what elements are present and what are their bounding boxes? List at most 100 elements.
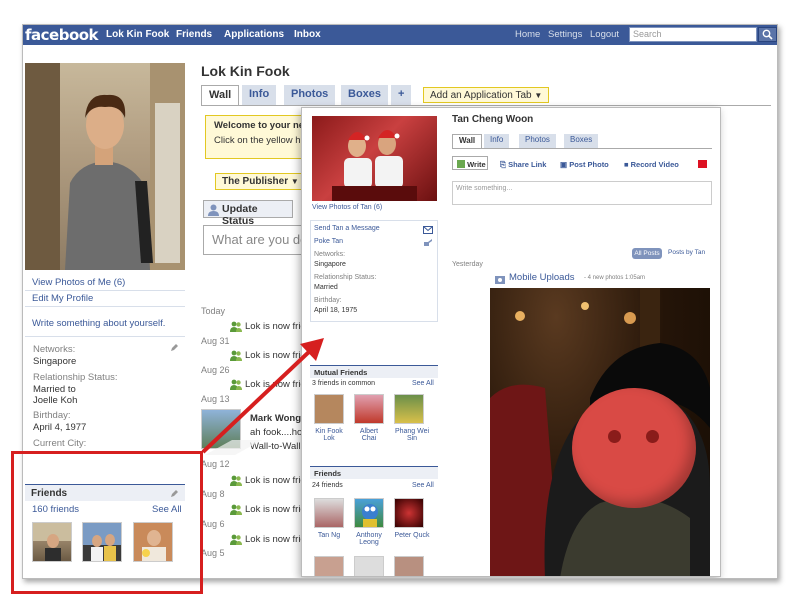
- spouse-link[interactable]: Joelle Koh: [33, 395, 77, 406]
- add-application-tab-button[interactable]: Add an Application Tab ▼: [423, 87, 550, 103]
- friends-icon: [230, 321, 242, 332]
- nav-applications[interactable]: Applications: [224, 29, 284, 40]
- overlay-profile-picture[interactable]: [312, 116, 437, 201]
- post-photo-action[interactable]: ▣ Post Photo: [560, 160, 609, 169]
- mutual-friend-thumbnail[interactable]: [314, 394, 344, 424]
- nav-friends[interactable]: Friends: [176, 29, 212, 40]
- search-input[interactable]: Search: [629, 27, 757, 42]
- envelope-icon: [423, 226, 433, 234]
- facebook-logo[interactable]: facebook: [25, 26, 99, 44]
- gift-icon[interactable]: [698, 160, 707, 168]
- feed-day: Aug 6: [201, 519, 225, 529]
- record-video-action[interactable]: ■ Record Video: [624, 160, 679, 169]
- friend-thumbnail[interactable]: [394, 498, 424, 528]
- friend-thumbnail[interactable]: [354, 498, 384, 528]
- friend-name[interactable]: Peter Quck: [392, 532, 432, 539]
- share-link-action[interactable]: ⎘ Share Link: [500, 160, 546, 170]
- mutual-friend-name[interactable]: Kin Fook Lok: [312, 428, 346, 442]
- write-action[interactable]: Write: [457, 160, 486, 169]
- wall-post-avatar[interactable]: [201, 409, 241, 449]
- profile-info-box: Networks: Singapore Relationship Status:…: [25, 336, 185, 456]
- feed-day: Aug 13: [201, 394, 230, 404]
- mutual-friend-thumbnail[interactable]: [394, 394, 424, 424]
- uploaded-photo[interactable]: [490, 288, 710, 576]
- write-action-label: Write: [467, 160, 486, 169]
- mutual-friend-name[interactable]: Phang Wei Sin: [392, 428, 432, 442]
- friends-icon: [230, 504, 242, 515]
- overlay-birthday-value: April 18, 1975: [314, 307, 358, 314]
- publisher-button[interactable]: The Publisher ▼: [215, 173, 306, 190]
- mask-eye: [608, 430, 621, 443]
- friend-name[interactable]: Tan Ng: [312, 532, 346, 539]
- friend-thumbnail[interactable]: [394, 556, 424, 576]
- edit-profile-link[interactable]: Edit My Profile: [32, 293, 93, 304]
- overlay-tab-wall[interactable]: Wall: [452, 134, 483, 148]
- tab-photos[interactable]: Photos: [284, 85, 336, 105]
- write-icon: [457, 160, 465, 168]
- overlay-tab-photos[interactable]: Photos: [519, 134, 556, 148]
- overlay-profile-name: Tan Cheng Woon: [452, 114, 534, 125]
- mutual-friend-thumbnail[interactable]: [354, 394, 384, 424]
- overlay-view-photos-link[interactable]: View Photos of Tan (6): [312, 204, 382, 211]
- share-link-label: Share Link: [508, 160, 547, 169]
- send-message-link[interactable]: Send Tan a Message: [314, 225, 380, 232]
- friend-name[interactable]: Anthony Leong: [352, 532, 386, 546]
- tab-boxes[interactable]: Boxes: [341, 85, 389, 105]
- overlay-info-box: Send Tan a Message Poke Tan Networks: Si…: [310, 220, 438, 322]
- wall-to-wall-link[interactable]: Wall-to-Wall -: [250, 441, 306, 452]
- tab-underline: [201, 105, 771, 106]
- overlay-tab-info[interactable]: Info: [484, 134, 510, 148]
- overlay-tab-boxes[interactable]: Boxes: [564, 134, 599, 148]
- mutual-friend-name[interactable]: Albert Chai: [352, 428, 386, 442]
- tab-wall[interactable]: Wall: [201, 85, 240, 105]
- person-icon: [208, 204, 219, 216]
- dropdown-arrow-icon: ▼: [534, 91, 543, 100]
- tab-info[interactable]: Info: [242, 85, 277, 105]
- share-link-icon: ⎘: [500, 160, 506, 169]
- feed-day: Aug 5: [201, 548, 225, 558]
- nav-home[interactable]: Home: [515, 29, 540, 40]
- mobile-uploads-link[interactable]: Mobile Uploads: [509, 272, 574, 283]
- overlay-networks-label: Networks:: [314, 251, 346, 258]
- filter-posts-by-tan[interactable]: Posts by Tan: [668, 249, 705, 256]
- update-status-button[interactable]: Update Status: [203, 200, 293, 227]
- add-application-tab-label: Add an Application Tab: [430, 90, 532, 101]
- friend-thumbnail[interactable]: [354, 556, 384, 576]
- relationship-value: Married to: [33, 384, 76, 395]
- mutual-friends-header: Mutual Friends: [310, 365, 438, 378]
- poke-link[interactable]: Poke Tan: [314, 238, 343, 245]
- wall-post-author[interactable]: Mark Wong: [250, 413, 301, 424]
- nav-inbox[interactable]: Inbox: [294, 29, 321, 40]
- nav-profile[interactable]: Lok Kin Fook: [106, 29, 169, 40]
- networks-value: Singapore: [33, 356, 77, 367]
- friend-thumbnail[interactable]: [314, 556, 344, 576]
- face-blur-mask: [572, 388, 696, 508]
- pencil-icon[interactable]: [170, 343, 179, 352]
- nav-logout[interactable]: Logout: [590, 29, 619, 40]
- mutual-see-all-link[interactable]: See All: [412, 380, 434, 387]
- write-something-input[interactable]: Write something...: [452, 181, 712, 205]
- overlay-relationship-label: Relationship Status:: [314, 274, 377, 281]
- friend-thumbnail[interactable]: [314, 498, 344, 528]
- filter-all-posts[interactable]: All Posts: [632, 248, 662, 259]
- view-photos-link[interactable]: View Photos of Me (6): [32, 277, 125, 288]
- mask-eye: [646, 430, 659, 443]
- overlay-friends-see-all-link[interactable]: See All: [412, 482, 434, 489]
- relationship-label: Relationship Status:: [33, 372, 118, 383]
- wall-post-text: ah fook....hor: [250, 427, 306, 438]
- current-city-label: Current City:: [33, 438, 87, 449]
- search-icon: [762, 29, 773, 40]
- search-button[interactable]: [758, 27, 777, 42]
- photos-icon: [495, 276, 505, 284]
- nav-settings[interactable]: Settings: [548, 29, 582, 40]
- profile-photo-illustration: [25, 63, 185, 270]
- video-camera-icon: ■: [624, 160, 629, 169]
- profile-picture[interactable]: [25, 63, 185, 270]
- birthday-value: April 4, 1977: [33, 422, 87, 433]
- second-profile-overlay: View Photos of Tan (6) Send Tan a Messag…: [301, 107, 721, 577]
- tab-add[interactable]: +: [391, 85, 412, 105]
- divider: [25, 290, 185, 291]
- mobile-uploads-meta: - 4 new photos 1:05am: [584, 275, 646, 281]
- couple-photo: [332, 130, 417, 201]
- write-about-yourself-link[interactable]: Write something about yourself.: [32, 318, 165, 329]
